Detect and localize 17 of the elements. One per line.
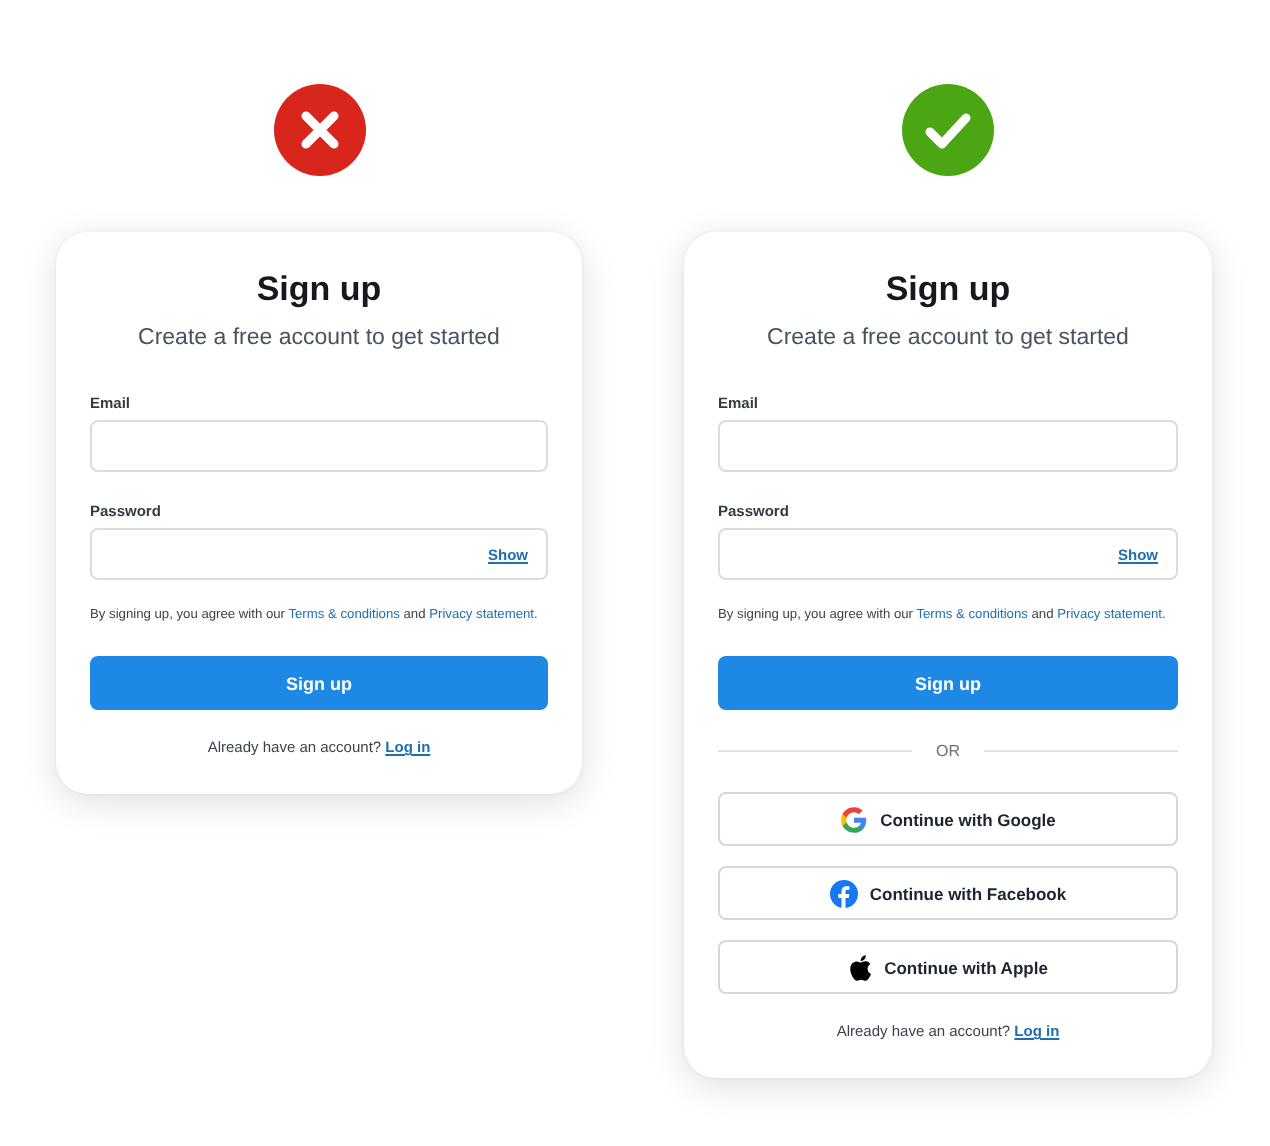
sign-up-button[interactable]: Sign up: [90, 656, 548, 710]
form-subtitle: Create a free account to get started: [765, 324, 1131, 354]
email-field[interactable]: [90, 420, 548, 472]
email-field[interactable]: [718, 420, 1178, 472]
checkmark-icon: [902, 84, 994, 176]
apple-sign-in-button[interactable]: Continue with Apple: [718, 940, 1178, 994]
sign-up-button[interactable]: Sign up: [718, 656, 1178, 710]
google-sign-in-button[interactable]: Continue with Google: [718, 792, 1178, 846]
google-icon: [840, 805, 869, 833]
facebook-icon: [829, 879, 858, 907]
cross-icon: [273, 84, 365, 176]
apple-icon: [848, 953, 873, 981]
form-title: Sign up: [883, 270, 1013, 310]
facebook-sign-in-button[interactable]: Continue with Facebook: [718, 866, 1178, 920]
form-subtitle: Create a free account to get started: [136, 324, 502, 354]
divider-label: OR: [936, 741, 960, 759]
form-title: Sign up: [254, 270, 384, 310]
